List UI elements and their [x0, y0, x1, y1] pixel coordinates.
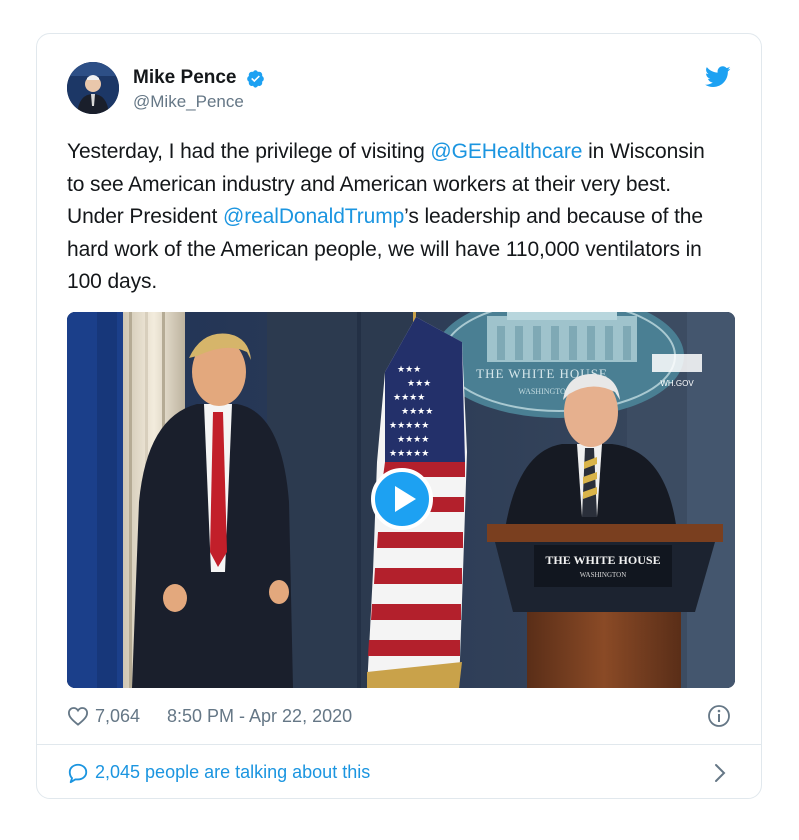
mention-link-gehealthcare[interactable]: @GEHealthcare [430, 140, 582, 163]
tweet-card: Mike Pence @Mike_Pence Yesterday, I had … [36, 33, 762, 799]
svg-text:★★★★★: ★★★★★ [389, 449, 429, 459]
talking-count-text[interactable]: 2,045 people are talking about this [95, 762, 370, 783]
tweet-text: Yesterday, I had the privilege of visiti… [67, 136, 727, 299]
tweet-text-part: Yesterday, I had the privilege of visiti… [67, 140, 431, 163]
svg-text:★★★: ★★★ [397, 365, 421, 375]
svg-text:★★★★: ★★★★ [393, 393, 425, 403]
watermark-text: WH.GOV [660, 379, 694, 388]
svg-text:★★★★: ★★★★ [397, 435, 429, 445]
author-name[interactable]: Mike Pence [133, 67, 237, 89]
svg-text:★★★★: ★★★★ [401, 407, 433, 417]
play-button[interactable] [371, 468, 433, 530]
podium-subtext: WASHINGTON [580, 571, 627, 579]
author-names: Mike Pence @Mike_Pence [133, 67, 265, 112]
tweet-timestamp[interactable]: 8:50 PM - Apr 22, 2020 [167, 706, 352, 727]
author-handle[interactable]: @Mike_Pence [133, 92, 265, 112]
twitter-bird-icon[interactable] [705, 66, 731, 88]
conversation-link[interactable]: 2,045 people are talking about this [67, 760, 731, 788]
tweet-header: Mike Pence @Mike_Pence [67, 62, 731, 118]
heart-icon[interactable] [67, 706, 89, 726]
divider [37, 744, 761, 745]
reply-bubble-icon [67, 762, 89, 784]
svg-text:★★★★★: ★★★★★ [389, 421, 429, 431]
play-icon [395, 486, 416, 512]
video-media[interactable]: THE WHITE HOUSE WASHINGTON WH.GOV ★★★ ★★★… [67, 312, 735, 688]
svg-text:★★★: ★★★ [407, 379, 431, 389]
seal-subtext: WASHINGTON [518, 387, 571, 396]
avatar-image [67, 62, 119, 114]
verified-badge-icon [246, 69, 265, 88]
info-icon[interactable] [707, 704, 731, 728]
mention-link-realdonaldtrump[interactable]: @realDonaldTrump [223, 205, 404, 228]
tweet-meta: 7,064 8:50 PM - Apr 22, 2020 [67, 704, 731, 732]
chevron-right-icon[interactable] [713, 763, 727, 783]
like-count[interactable]: 7,064 [95, 706, 140, 727]
avatar[interactable] [67, 62, 119, 114]
podium-text: THE WHITE HOUSE [545, 553, 660, 567]
